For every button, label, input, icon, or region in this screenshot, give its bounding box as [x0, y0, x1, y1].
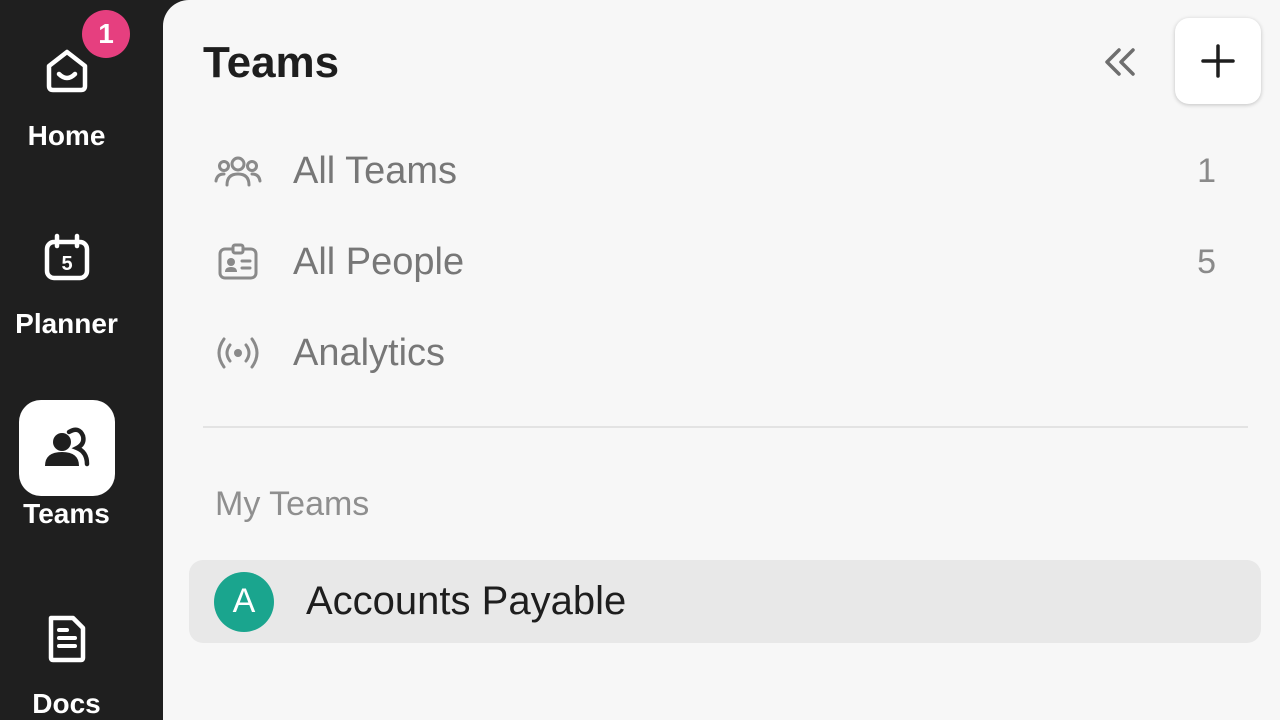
nav-label-all-people: All People — [293, 240, 465, 283]
double-chevron-left-icon — [1105, 48, 1135, 76]
nav-label-analytics: Analytics — [293, 331, 446, 374]
rail-label-docs: Docs — [32, 688, 101, 719]
rail-item-planner[interactable]: 5 Planner — [0, 210, 133, 340]
notification-badge: 1 — [82, 10, 130, 58]
rail-label-home: Home — [27, 120, 106, 151]
nav-label-all-teams: All Teams — [293, 149, 458, 192]
page-title: Teams — [203, 38, 340, 87]
rail-item-teams[interactable]: Teams — [0, 400, 133, 530]
all-people-count: 5 — [1197, 242, 1216, 281]
section-label-my-teams: My Teams — [215, 485, 370, 523]
all-teams-count: 1 — [1197, 151, 1216, 190]
nav-item-all-people[interactable]: All People 5 — [203, 227, 1258, 297]
teams-panel: Teams All Teams 1 All People 5 Analytics… — [163, 0, 1280, 720]
add-team-button[interactable] — [1175, 18, 1261, 104]
nav-item-all-teams[interactable]: All Teams 1 — [203, 136, 1258, 206]
plus-icon — [1201, 44, 1235, 78]
nav-item-analytics[interactable]: Analytics — [203, 318, 1258, 388]
rail-item-docs[interactable]: Docs — [0, 590, 133, 720]
team-row-accounts-payable[interactable]: A Accounts Payable — [189, 560, 1261, 643]
section-divider — [203, 426, 1248, 428]
team-name: Accounts Payable — [306, 579, 627, 623]
rail-label-planner: Planner — [15, 308, 118, 339]
calendar-day: 5 — [61, 253, 72, 275]
people-group-icon — [203, 136, 273, 206]
team-avatar: A — [214, 571, 274, 632]
document-icon — [19, 590, 115, 686]
app-window: 1 Home 5 Planner Teams Docs Teams All Te… — [0, 0, 1280, 720]
calendar-icon: 5 — [19, 210, 115, 306]
rail-label-teams: Teams — [23, 498, 110, 529]
broadcast-icon — [203, 318, 273, 388]
id-card-icon — [203, 227, 273, 297]
left-rail: 1 Home 5 Planner Teams Docs — [0, 0, 145, 720]
teams-icon — [18, 400, 115, 496]
collapse-panel-button[interactable] — [1098, 40, 1142, 84]
